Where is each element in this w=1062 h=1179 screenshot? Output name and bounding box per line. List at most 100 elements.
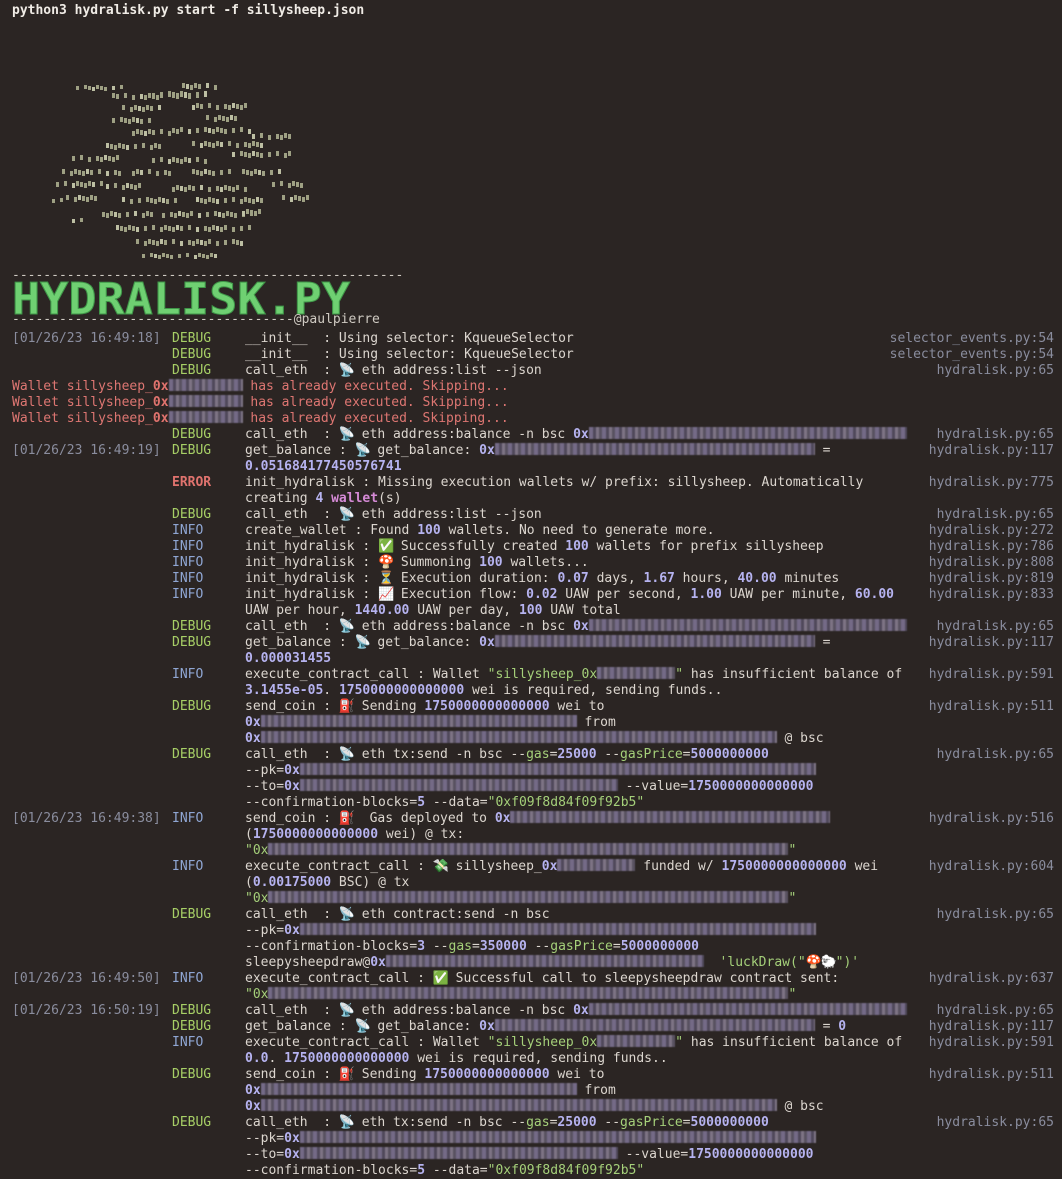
warning-address: 0x <box>152 395 169 410</box>
ascii-art-glyph <box>138 106 141 111</box>
log-message: creating 4 wallet(s) <box>245 491 905 507</box>
log-line: DEBUG hydralisk.py:117 get_balance : 📡 get… <box>12 635 1054 651</box>
log-message: --to=0x --value=1750000000000000 <box>245 1147 905 1163</box>
ascii-art-glyph <box>228 141 231 146</box>
log-message: 0.0. 1750000000000000 wei is required, s… <box>245 1051 905 1067</box>
log-source: hydralisk.py:511 <box>928 699 1054 714</box>
log-entry: ERROR hydralisk.py:775 init_hydralisk : Mi… <box>12 475 1054 507</box>
ascii-art-glyph <box>182 212 185 217</box>
ascii-art-glyph <box>260 133 263 138</box>
ascii-art-glyph <box>132 131 135 136</box>
log-source: hydralisk.py:65 <box>936 427 1054 442</box>
ascii-art-glyph <box>152 93 155 99</box>
log-level: ERROR <box>172 475 212 490</box>
log-line: 0.051684177450576741 <box>12 459 1054 475</box>
ascii-art-glyph <box>90 195 93 200</box>
ascii-art-glyph <box>134 211 137 216</box>
ascii-art-glyph <box>136 118 139 123</box>
ascii-art-glyph <box>148 118 151 123</box>
log-text: minutes <box>776 571 840 586</box>
log-text: -- <box>596 1115 621 1130</box>
warning-text: Wallet sillysheep_ <box>12 411 153 426</box>
ascii-art-glyph <box>158 144 161 149</box>
ascii-art-glyph <box>208 103 211 108</box>
log-level: DEBUG <box>172 699 212 714</box>
log-message: call_eth : 📡 eth address:balance -n bsc … <box>245 427 907 443</box>
fuel-pump-icon: ⛽ <box>338 811 356 826</box>
log-number: 0 <box>838 1019 847 1034</box>
ascii-art-glyph <box>204 169 207 174</box>
log-message: get_balance : 📡 get_balance: 0x = <box>245 443 905 459</box>
log-source: hydralisk.py:65 <box>936 907 1054 922</box>
ascii-art-glyph <box>100 181 103 186</box>
terminal-window[interactable]: python3 hydralisk.py start -f sillysheep… <box>12 3 1054 1178</box>
ascii-art-glyph <box>204 159 207 164</box>
log-text: __init__ : Using selector: KqueueSelecto… <box>245 331 574 346</box>
ascii-art-glyph <box>154 143 157 148</box>
ascii-art-glyph <box>96 156 99 161</box>
ascii-art-glyph <box>78 170 81 175</box>
log-timestamp: [01/26/23 16:49:38] <box>12 811 161 826</box>
log-text: = <box>814 443 831 458</box>
ascii-art-glyph <box>174 198 177 203</box>
log-message: 0x from <box>245 1083 905 1099</box>
ascii-art-glyph <box>172 239 175 244</box>
author-handle: @paulpierre <box>293 312 380 327</box>
ascii-art-glyph <box>88 157 91 162</box>
ascii-art-glyph <box>146 197 149 202</box>
ascii-art-glyph <box>236 185 239 190</box>
ascii-art-glyph <box>244 152 247 157</box>
ascii-art-glyph <box>214 211 217 216</box>
log-text: @ bsc <box>776 731 824 746</box>
log-message: Wallet sillysheep_0x has already execute… <box>12 379 912 395</box>
log-entry: DEBUG hydralisk.py:117 get_balance : 📡 get… <box>12 635 1054 667</box>
log-number: 0.07 <box>557 571 589 586</box>
redacted-address <box>268 843 789 855</box>
log-number: 100 <box>479 555 503 570</box>
log-entry: [01/26/23 16:49:50] INFO hydralisk.py:637 e… <box>12 971 1054 1003</box>
ascii-art-glyph <box>206 115 209 120</box>
ascii-art-glyph <box>132 117 135 122</box>
log-entry: INFO hydralisk.py:786 init_hydralisk : ✅ S… <box>12 539 1054 555</box>
log-line: Wallet sillysheep_0x has already execute… <box>12 395 1054 411</box>
log-text: call_eth : <box>245 1115 339 1130</box>
log-text: Successfully created <box>393 539 566 554</box>
ascii-art-glyph <box>156 95 159 100</box>
ascii-art-glyph <box>186 253 189 257</box>
ascii-art-glyph <box>160 92 163 98</box>
ascii-art-glyph <box>220 128 223 133</box>
satellite-antenna-icon: 📡 <box>338 747 356 762</box>
log-message: (0.00175000 BSC) @ tx <box>245 875 905 891</box>
log-message: execute_contract_call : Wallet "sillyshe… <box>245 1035 905 1051</box>
ascii-art-glyph <box>226 117 229 122</box>
ascii-art-glyph <box>244 103 247 108</box>
ascii-art-glyph <box>214 117 217 122</box>
log-string: "sillysheep_0x <box>487 667 598 682</box>
warning-text: Wallet sillysheep_ <box>12 379 153 394</box>
ascii-art-glyph <box>84 85 87 89</box>
log-string: " <box>675 1035 684 1050</box>
ascii-art-glyph <box>228 169 231 174</box>
log-entry: DEBUG hydralisk.py:65 call_eth : 📡 eth add… <box>12 363 1054 379</box>
ascii-art-glyph <box>130 184 133 189</box>
ascii-art-glyph <box>94 196 97 201</box>
ascii-art-glyph <box>116 155 119 160</box>
log-text: --value= <box>617 1147 689 1162</box>
redacted-address <box>268 987 789 999</box>
log-timestamp: [01/26/23 16:49:18] <box>12 331 161 346</box>
redacted-address <box>588 1003 907 1015</box>
ascii-art-glyph <box>200 185 203 190</box>
ascii-art-glyph <box>120 226 123 231</box>
ascii-art-glyph <box>208 197 211 202</box>
log-source: hydralisk.py:819 <box>928 571 1054 586</box>
ascii-art-glyph <box>206 255 209 259</box>
log-entry: Wallet sillysheep_0x has already execute… <box>12 379 1054 395</box>
log-text: UAW total <box>542 603 621 618</box>
redacted-address <box>168 379 243 391</box>
ascii-art-glyph <box>246 209 249 214</box>
log-number: 1750000000000000 <box>252 827 379 842</box>
log-level: DEBUG <box>172 619 212 634</box>
log-message: 0x @ bsc <box>245 1099 905 1115</box>
log-string: gasPrice <box>620 747 683 762</box>
log-number: 350000 <box>479 939 527 954</box>
